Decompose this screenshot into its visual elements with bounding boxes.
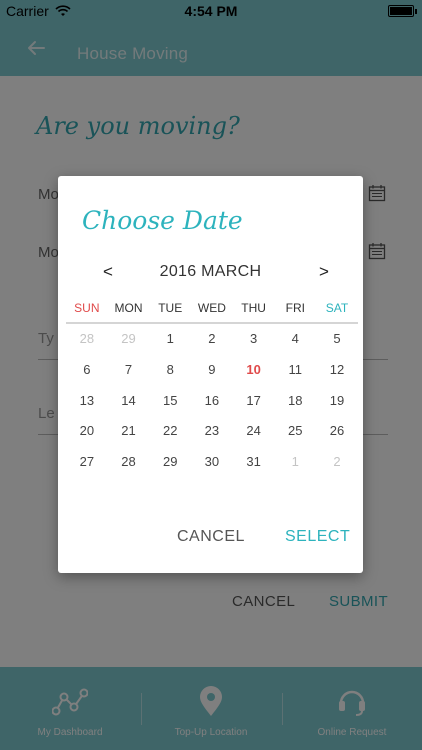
- calendar-day[interactable]: 31: [233, 447, 275, 478]
- calendar-day[interactable]: 11: [274, 355, 316, 386]
- date-picker-dialog: Choose Date < 2016 MARCH > SUN MON TUE W…: [58, 176, 363, 573]
- calendar-day[interactable]: 29: [149, 447, 191, 478]
- calendar-day[interactable]: 17: [233, 386, 275, 417]
- calendar-week: 28 29 1 2 3 4 5: [66, 324, 358, 355]
- calendar-day[interactable]: 23: [191, 416, 233, 447]
- weekday-label: MON: [114, 301, 143, 315]
- calendar-day[interactable]: 25: [274, 416, 316, 447]
- calendar-grid: SUN MON TUE WED THU FRI SAT 28 29 1 2 3 …: [66, 300, 358, 478]
- dialog-cancel-button[interactable]: CANCEL: [177, 528, 245, 546]
- dialog-select-button[interactable]: SELECT: [285, 528, 350, 546]
- calendar-day[interactable]: 22: [149, 416, 191, 447]
- calendar-day[interactable]: 28: [108, 447, 150, 478]
- weekday-label: WED: [197, 301, 226, 315]
- calendar-day[interactable]: 29: [108, 324, 150, 355]
- calendar-week: 20 21 22 23 24 25 26: [66, 416, 358, 447]
- calendar-day[interactable]: 1: [274, 447, 316, 478]
- weekday-label: TUE: [158, 301, 183, 315]
- calendar-week: 13 14 15 16 17 18 19: [66, 386, 358, 417]
- weekday-label: SUN: [74, 301, 100, 315]
- calendar-day[interactable]: 15: [149, 386, 191, 417]
- calendar-day[interactable]: 21: [108, 416, 150, 447]
- calendar-day[interactable]: 8: [149, 355, 191, 386]
- calendar-day[interactable]: 27: [66, 447, 108, 478]
- weekday-label: FRI: [285, 301, 305, 315]
- dialog-title: Choose Date: [82, 206, 243, 235]
- calendar-day[interactable]: 5: [316, 324, 358, 355]
- calendar-day[interactable]: 2: [316, 447, 358, 478]
- calendar-day[interactable]: 3: [233, 324, 275, 355]
- weekday-label: THU: [241, 301, 266, 315]
- calendar-day[interactable]: 1: [149, 324, 191, 355]
- weekday-header: SUN MON TUE WED THU FRI SAT: [66, 300, 358, 324]
- calendar-day[interactable]: 24: [233, 416, 275, 447]
- calendar-day[interactable]: 26: [316, 416, 358, 447]
- weekday-label: SAT: [325, 301, 349, 315]
- calendar-day[interactable]: 6: [66, 355, 108, 386]
- calendar-day[interactable]: 14: [108, 386, 150, 417]
- next-month-button[interactable]: >: [316, 262, 332, 282]
- calendar-week: 27 28 29 30 31 1 2: [66, 447, 358, 478]
- calendar-day[interactable]: 30: [191, 447, 233, 478]
- calendar-day-today[interactable]: 10: [233, 355, 275, 386]
- calendar-day[interactable]: 7: [108, 355, 150, 386]
- calendar-day[interactable]: 19: [316, 386, 358, 417]
- calendar-day[interactable]: 12: [316, 355, 358, 386]
- calendar-day[interactable]: 28: [66, 324, 108, 355]
- calendar-day[interactable]: 9: [191, 355, 233, 386]
- calendar-day[interactable]: 20: [66, 416, 108, 447]
- calendar-day[interactable]: 4: [274, 324, 316, 355]
- calendar-day[interactable]: 2: [191, 324, 233, 355]
- calendar-week: 6 7 8 9 10 11 12: [66, 355, 358, 386]
- calendar-day[interactable]: 16: [191, 386, 233, 417]
- calendar-day[interactable]: 18: [274, 386, 316, 417]
- calendar-day[interactable]: 13: [66, 386, 108, 417]
